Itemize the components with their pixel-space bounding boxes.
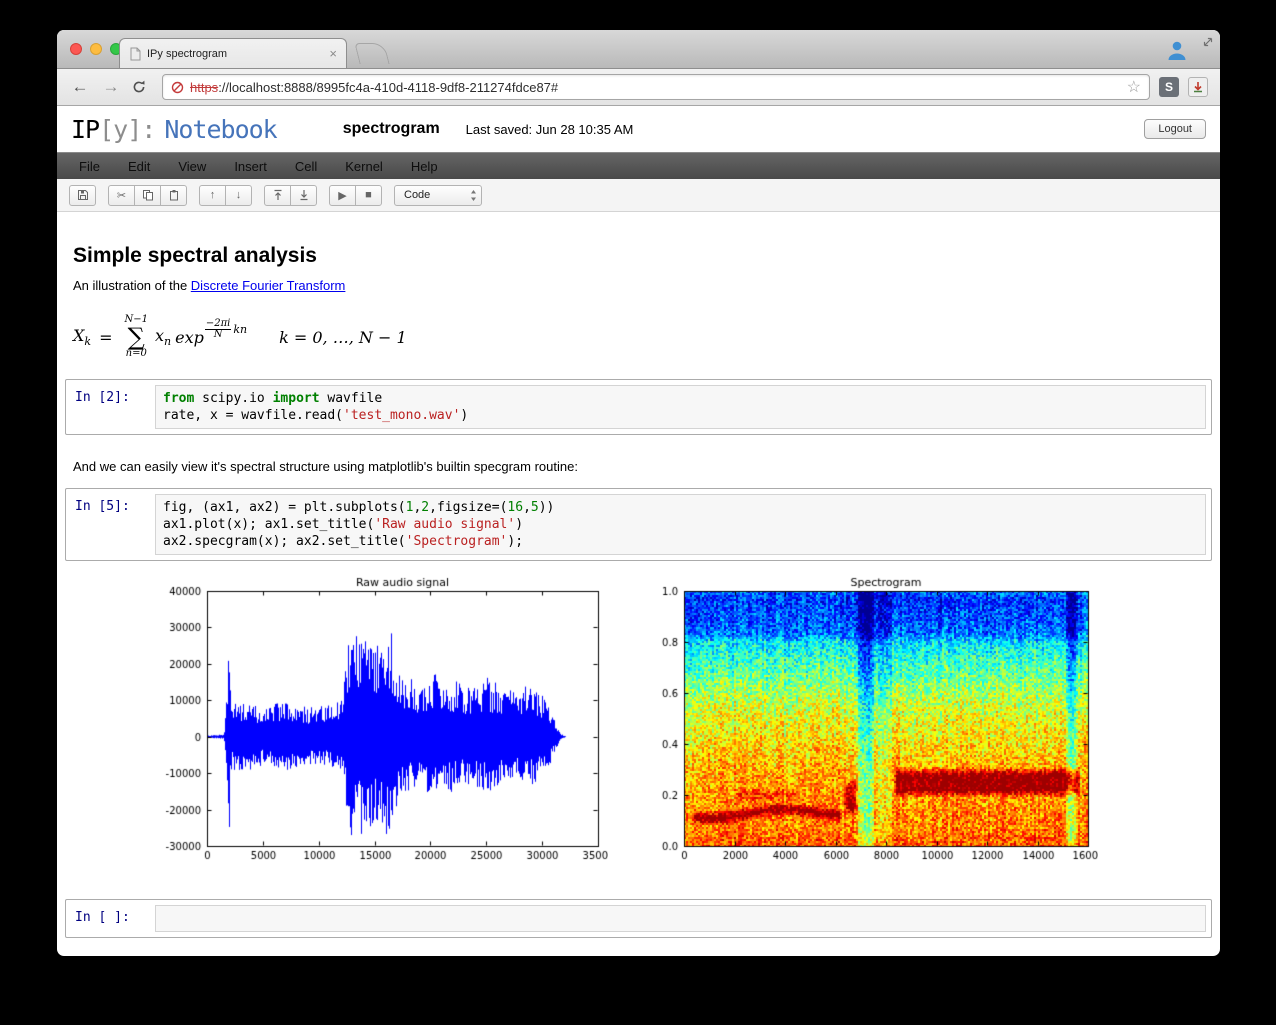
close-window-button[interactable]	[70, 43, 82, 55]
code-cell: In [5]: fig, (ax1, ax2) = plt.subplots(1…	[65, 488, 1212, 561]
save-button[interactable]	[69, 184, 96, 206]
play-icon: ▶	[338, 189, 347, 202]
formula-lhs: Xk	[73, 325, 92, 349]
url-bar[interactable]: https://localhost:8888/8995fc4a-410d-411…	[162, 74, 1150, 100]
menu-kernel[interactable]: Kernel	[331, 153, 397, 179]
clipboard-icon	[168, 189, 180, 201]
insecure-icon	[171, 81, 184, 94]
cell-toolbar: ✂ ↑ ↓ ▶ ■ Code	[57, 179, 1220, 212]
cell-type-value: Code	[404, 189, 431, 201]
reload-button[interactable]	[131, 79, 153, 95]
desktop: { "browser": { "tab_title": "IPy spectro…	[0, 0, 1276, 1025]
run-cell-button[interactable]: ▶	[329, 184, 356, 206]
code-cell: In [2]: from scipy.io import wavfile rate…	[65, 379, 1212, 435]
menu-bar: File Edit View Insert Cell Kernel Help	[57, 152, 1220, 179]
tab-favicon-icon	[129, 47, 141, 61]
logo-ip: IP	[71, 114, 100, 144]
menu-help[interactable]: Help	[397, 153, 452, 179]
input-prompt: In [2]:	[75, 390, 130, 405]
intro-text: An illustration of the Discrete Fourier …	[73, 278, 1220, 293]
cut-cell-button[interactable]: ✂	[108, 184, 135, 206]
waveform-plot	[153, 575, 608, 873]
dft-formula: Xk = N−1 ∑ n=0 xn exp −2πi N kn k = 0, …,…	[73, 314, 407, 359]
browser-titlebar: IPy spectrogram ×	[57, 30, 1220, 69]
code-editor[interactable]: fig, (ax1, ax2) = plt.subplots(1,2,figsi…	[155, 494, 1206, 555]
back-button[interactable]: ←	[69, 76, 91, 98]
menu-file[interactable]: File	[65, 153, 114, 179]
sigma-sum: N−1 ∑ n=0	[124, 314, 148, 359]
cell-output	[153, 575, 1220, 873]
floppy-icon	[77, 189, 89, 201]
insert-cell-above-button[interactable]	[264, 184, 291, 206]
section-heading: Simple spectral analysis	[73, 244, 317, 267]
body-text: And we can easily view it's spectral str…	[73, 459, 578, 474]
logo-y: [y]:	[99, 114, 156, 144]
extension-icon[interactable]: S	[1159, 77, 1179, 97]
browser-toolbar: ← → https://localhost:8888/8995fc4a-410d…	[57, 69, 1220, 106]
logo-notebook: Notebook	[164, 114, 277, 144]
stop-icon: ■	[365, 189, 372, 201]
dft-link[interactable]: Discrete Fourier Transform	[191, 278, 346, 293]
browser-window: IPy spectrogram × ← → https://localhost:…	[57, 30, 1220, 956]
menu-cell[interactable]: Cell	[281, 153, 331, 179]
resize-window-icon[interactable]	[1201, 35, 1215, 49]
scissors-icon: ✂	[116, 189, 127, 202]
url-scheme: https	[190, 79, 219, 95]
move-cell-up-button[interactable]: ↑	[199, 184, 226, 206]
forward-button[interactable]: →	[100, 76, 122, 98]
minimize-window-button[interactable]	[90, 43, 102, 55]
last-saved-text: Last saved: Jun 28 10:35 AM	[465, 121, 634, 137]
interrupt-kernel-button[interactable]: ■	[355, 184, 382, 206]
extension-icon[interactable]	[1188, 77, 1208, 97]
code-editor[interactable]	[155, 905, 1206, 932]
bookmark-star-icon[interactable]: ☆	[1127, 77, 1141, 97]
notebook-header: IP[y]: Notebook spectrogram Last saved: J…	[57, 106, 1220, 152]
arrow-up-icon: ↑	[209, 189, 216, 201]
arrow-down-icon: ↓	[235, 189, 242, 201]
move-cell-down-button[interactable]: ↓	[225, 184, 252, 206]
code-editor[interactable]: from scipy.io import wavfile rate, x = wa…	[155, 385, 1206, 429]
select-stepper-icon	[470, 189, 477, 202]
profile-avatar-icon[interactable]	[1164, 36, 1190, 63]
notebook-content: Simple spectral analysis An illustration…	[57, 212, 1220, 938]
input-prompt: In [5]:	[75, 499, 130, 514]
ipython-logo[interactable]: IP[y]: Notebook	[71, 114, 278, 144]
code-cell: In [ ]:	[65, 899, 1212, 938]
tab-close-icon[interactable]: ×	[329, 47, 337, 60]
new-tab-button[interactable]	[354, 43, 390, 64]
paste-cell-button[interactable]	[160, 184, 187, 206]
url-path: ://localhost:8888/8995fc4a-410d-4118-9df…	[218, 79, 559, 95]
menu-insert[interactable]: Insert	[220, 153, 281, 179]
arrow-to-bottom-icon	[298, 189, 310, 201]
spectrogram-plot	[648, 575, 1098, 873]
input-prompt: In [ ]:	[75, 910, 130, 925]
insert-cell-below-button[interactable]	[290, 184, 317, 206]
cell-type-select[interactable]: Code	[394, 184, 482, 206]
notebook-page: IP[y]: Notebook spectrogram Last saved: J…	[57, 106, 1220, 938]
logout-button[interactable]: Logout	[1144, 119, 1206, 139]
notebook-title[interactable]: spectrogram	[343, 120, 440, 138]
tab-title: IPy spectrogram	[147, 47, 228, 60]
intro-prefix: An illustration of the	[73, 278, 191, 293]
arrow-to-top-icon	[272, 189, 284, 201]
menu-view[interactable]: View	[164, 153, 220, 179]
copy-icon	[142, 189, 154, 201]
copy-cell-button[interactable]	[134, 184, 161, 206]
menu-edit[interactable]: Edit	[114, 153, 164, 179]
url-text: https://localhost:8888/8995fc4a-410d-411…	[190, 80, 558, 95]
browser-tab[interactable]: IPy spectrogram ×	[119, 38, 347, 68]
formula-xn: xn	[154, 325, 172, 349]
formula-exponent: −2πi N kn	[204, 317, 248, 340]
traffic-lights	[70, 43, 122, 55]
